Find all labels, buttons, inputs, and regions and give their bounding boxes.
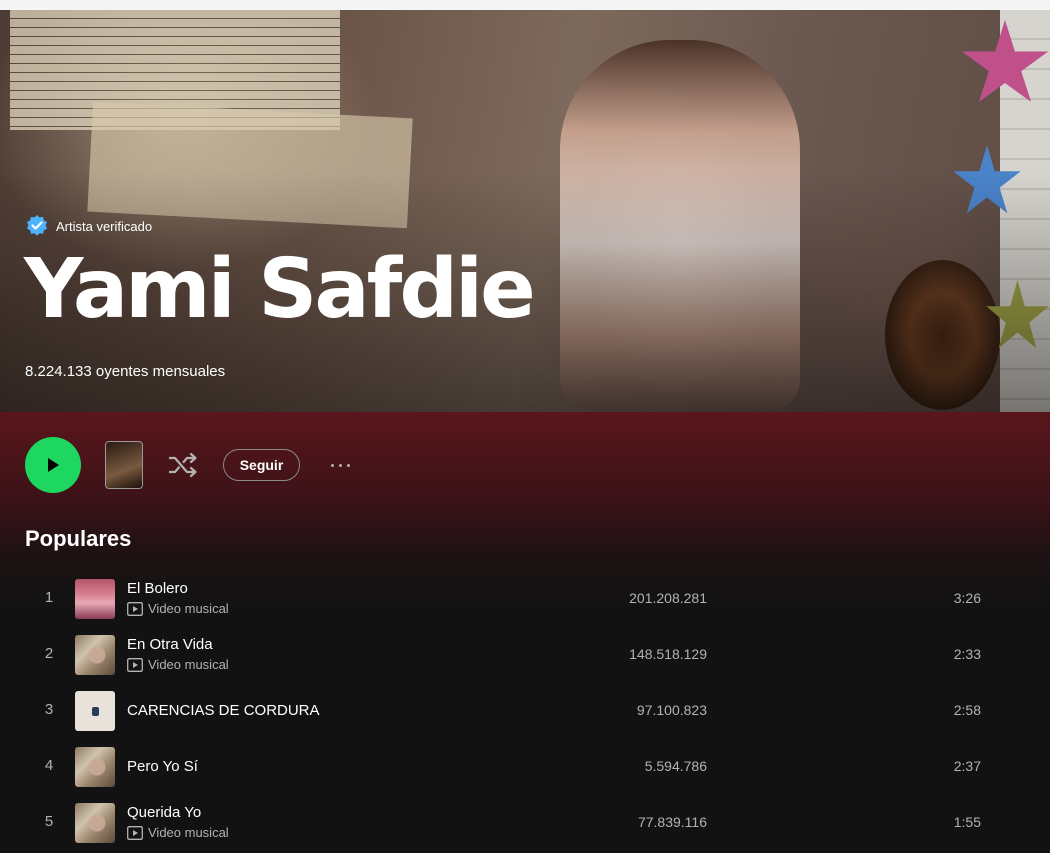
track-number: 2 [44,645,54,662]
track-number: 3 [44,701,54,718]
track-title[interactable]: Pero Yo Sí [127,758,198,775]
track-row[interactable]: 3 CARENCIAS DE CORDURA 97.100.823 2:58 [25,683,1025,739]
verified-label-text: Artista verificado [56,218,153,234]
more-options-icon [338,463,342,467]
track-subtitle-text: Video musical [148,825,229,840]
track-cover-art [75,635,115,675]
track-cover-art [75,579,115,619]
video-preview-thumbnail[interactable] [105,441,143,489]
track-duration: 2:37 [953,758,981,774]
track-number: 4 [44,757,54,774]
track-cover-art [75,691,115,731]
track-title[interactable]: CARENCIAS DE CORDURA [127,702,320,719]
popular-section-title: Populares [25,526,132,551]
track-row[interactable]: 5 Querida Yo Video musical 77.839.116 1:… [25,795,1025,851]
track-subtitle-text: Video musical [148,657,229,672]
track-title[interactable]: En Otra Vida [127,636,229,653]
track-play-count: 201.208.281 [629,590,707,606]
track-row[interactable]: 4 Pero Yo Sí 5.594.786 2:37 [25,739,1025,795]
verified-artist-label: Artista verificado [25,214,152,238]
shuffle-button[interactable] [166,450,200,480]
track-duration: 3:26 [953,590,981,606]
more-options-button[interactable] [320,452,360,478]
video-icon [127,657,143,672]
track-title[interactable]: El Bolero [127,580,229,597]
track-info: Pero Yo Sí [127,758,198,775]
track-info: En Otra Vida Video musical [127,636,229,672]
play-icon [48,458,59,472]
track-duration: 1:55 [953,814,981,830]
video-icon [127,825,143,840]
track-play-count: 77.839.116 [637,814,707,830]
track-subtitle-text: Video musical [148,601,229,616]
banner-shade [0,10,1050,412]
follow-button[interactable]: Seguir [223,449,300,481]
track-subtitle: Video musical [127,657,229,672]
more-options-icon [346,463,350,467]
track-play-count: 5.594.786 [644,758,707,774]
popular-tracks-list: 1 El Bolero Video musical 201.208.281 3:… [25,571,1025,851]
track-title[interactable]: Querida Yo [127,804,229,821]
more-options-icon [330,463,334,467]
window-top-bar [0,0,1050,10]
track-info: El Bolero Video musical [127,580,229,616]
track-row[interactable]: 1 El Bolero Video musical 201.208.281 3:… [25,571,1025,627]
artist-name: Yami Safdie [24,242,536,337]
track-play-count: 97.100.823 [636,702,707,718]
track-row[interactable]: 2 En Otra Vida Video musical 148.518.129… [25,627,1025,683]
track-number: 1 [44,589,54,606]
track-cover-art [75,747,115,787]
track-info: Querida Yo Video musical [127,804,229,840]
track-duration: 2:33 [953,646,981,662]
shuffle-icon [169,452,197,478]
track-cover-art [75,803,115,843]
track-info: CARENCIAS DE CORDURA [127,702,320,719]
artist-header-banner [0,10,1050,412]
monthly-listeners: 8.224.133 oyentes mensuales [25,363,226,380]
track-number: 5 [44,813,54,830]
video-icon [127,601,143,616]
track-subtitle: Video musical [127,825,229,840]
cover-figure [91,706,99,716]
track-subtitle: Video musical [127,601,229,616]
verified-badge-icon [25,214,49,238]
play-button[interactable] [25,437,81,493]
track-duration: 2:58 [953,702,981,718]
track-play-count: 148.518.129 [629,646,707,662]
